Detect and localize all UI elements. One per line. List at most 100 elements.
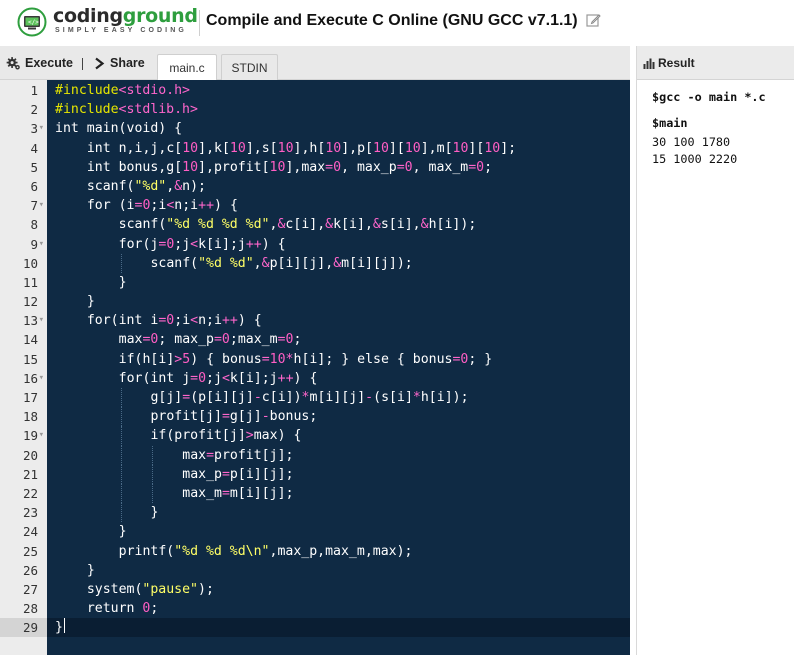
line-number: 15 — [22, 351, 38, 367]
logo-text[interactable]: codingground — [53, 5, 198, 27]
code-text: if(h[i]>5) { bonus=10*h[i]; } else { bon… — [118, 351, 493, 367]
line-number: 26 — [22, 562, 38, 578]
code-line[interactable]: 8 scanf("%d %d %d %d",&c[i],&k[i],&s[i],… — [0, 215, 630, 235]
code-text: int bonus,g[10],profit[10],max=0, max_p=… — [86, 159, 493, 175]
fold-arrow-icon[interactable]: ▾ — [39, 196, 44, 215]
fold-arrow-icon[interactable]: ▾ — [39, 235, 44, 254]
line-number: 17 — [22, 390, 38, 405]
svg-text:</>: </> — [28, 19, 39, 26]
line-number: 11 — [22, 274, 38, 290]
code-line[interactable]: 19 ▾ if(profit[j]>max) { — [0, 426, 630, 446]
line-number: 6 — [30, 178, 38, 194]
line-number: 21 — [22, 466, 38, 482]
code-text: for (i=0;i<n;i++) { — [86, 198, 238, 214]
line-number: 2 — [30, 102, 38, 118]
line-number: 16 — [22, 370, 38, 386]
line-number-cell: 28 — [0, 599, 47, 619]
line-number-cell: 17 — [0, 388, 47, 408]
share-label: Share — [110, 56, 145, 70]
line-number: 8 — [30, 217, 38, 233]
line-number-cell: 12 — [0, 292, 47, 312]
fold-arrow-icon[interactable]: ▾ — [39, 426, 44, 445]
code-line[interactable]: 1 #include<stdio.h> — [0, 81, 630, 101]
tab-stdin[interactable]: STDIN — [221, 54, 278, 81]
code-text: scanf("%d %d",&p[i][j],&m[i][j]); — [150, 255, 413, 271]
code-text: scanf("%d %d %d %d",&c[i],&k[i],&s[i],&h… — [118, 217, 477, 233]
code-line[interactable]: 12 } — [0, 292, 630, 312]
code-line[interactable]: 2 #include<stdlib.h> — [0, 100, 630, 120]
line-number-cell: 23 — [0, 503, 47, 523]
code-line[interactable]: 15 if(h[i]>5) { bonus=10*h[i]; } else { … — [0, 349, 630, 369]
code-line[interactable]: 18 profit[j]=g[j]-bonus; — [0, 407, 630, 427]
code-text: } — [118, 274, 127, 290]
code-line[interactable]: 22 max_m=m[i][j]; — [0, 483, 630, 504]
line-number: 27 — [22, 581, 38, 597]
code-text: max=0; max_p=0;max_m=0; — [118, 332, 302, 348]
line-number-cell: 8 — [0, 215, 47, 235]
result-header: Result — [637, 46, 794, 80]
code-text: int main(void) { — [55, 121, 183, 137]
code-editor[interactable]: 1 #include<stdio.h> 2 #include<stdlib.h> 3 ▾ i… — [0, 80, 630, 655]
line-number-cell: 21 — [0, 464, 47, 484]
code-line[interactable]: 26 } — [0, 560, 630, 580]
line-number-cell: 4 — [0, 138, 47, 158]
line-number-cell: 18 — [0, 407, 47, 427]
line-number: 23 — [22, 505, 38, 521]
code-line[interactable]: 7 ▾ for (i=0;i<n;i++) { — [0, 196, 630, 216]
line-number-cell: 10 — [0, 253, 47, 273]
fold-arrow-icon[interactable]: ▾ — [39, 311, 44, 330]
line-number: 14 — [22, 332, 38, 348]
codingground-logo[interactable]: </> — [17, 7, 47, 37]
line-number-cell: 13 ▾ — [0, 311, 47, 331]
code-line[interactable]: 4 int n,i,j,c[10],k[10],s[10],h[10],p[10… — [0, 138, 630, 158]
compile-command: $gcc -o main *.c — [652, 90, 766, 104]
code-line[interactable]: 13 ▾ for(int i=0;i<n;i++) { — [0, 311, 630, 331]
toolbar-divider — [82, 58, 83, 70]
execute-button[interactable]: Execute — [6, 54, 73, 72]
line-number-cell: 9 ▾ — [0, 234, 47, 254]
code-line[interactable]: 5 int bonus,g[10],profit[10],max=0, max_… — [0, 157, 630, 177]
editor-toolbar: Execute Share main.c STDIN — [0, 46, 630, 81]
code-line[interactable]: 3 ▾ int main(void) { — [0, 119, 630, 139]
code-line[interactable]: 29} — [0, 618, 630, 638]
line-number: 24 — [22, 524, 38, 540]
line-number-cell: 27 — [0, 579, 47, 600]
line-number: 9 — [30, 236, 38, 252]
code-text: } — [118, 524, 127, 540]
editor-panel: Execute Share main.c STDIN 1 #include<std… — [0, 46, 630, 655]
code-line[interactable]: 17 g[j]=(p[i][j]-c[i])*m[i][j]-(s[i]*h[i… — [0, 388, 630, 408]
code-text: for(int j=0;j<k[i];j++) { — [118, 370, 318, 386]
line-number-cell: 20 — [0, 445, 47, 465]
code-text: #include<stdio.h> — [55, 83, 190, 98]
share-button[interactable]: Share — [94, 54, 145, 72]
code-line[interactable]: 27 system("pause"); — [0, 579, 630, 600]
gear-icon — [6, 56, 20, 69]
edit-icon[interactable] — [586, 13, 601, 28]
tab-main-c[interactable]: main.c — [157, 54, 217, 81]
fold-arrow-icon[interactable]: ▾ — [39, 119, 44, 138]
code-line[interactable]: 14 max=0; max_p=0;max_m=0; — [0, 330, 630, 350]
code-line[interactable]: 6 scanf("%d",&n); — [0, 176, 630, 197]
code-line[interactable]: 10 scanf("%d %d",&p[i][j],&m[i][j]); — [0, 253, 630, 273]
code-line[interactable]: 11 } — [0, 272, 630, 293]
code-text: for(int i=0;i<n;i++) { — [86, 313, 262, 329]
line-number: 3 — [30, 121, 38, 137]
code-line[interactable]: 28 return 0; — [0, 599, 630, 619]
code-line[interactable]: 21 max_p=p[i][j]; — [0, 464, 630, 484]
line-number-cell: 7 ▾ — [0, 196, 47, 216]
line-number-cell: 15 — [0, 349, 47, 369]
result-panel: Result $gcc -o main *.c $main 30 100 178… — [636, 46, 794, 655]
code-line[interactable]: 16 ▾ for(int j=0;j<k[i];j++) { — [0, 368, 630, 388]
code-line[interactable]: 25 printf("%d %d %d\n",max_p,max_m,max); — [0, 541, 630, 561]
line-number-cell: 24 — [0, 522, 47, 542]
code-line[interactable]: 9 ▾ for(j=0;j<k[i];j++) { — [0, 234, 630, 254]
code-line[interactable]: 23 } — [0, 503, 630, 523]
code-text: } — [86, 294, 95, 310]
code-line[interactable]: 20 max=profit[j]; — [0, 445, 630, 465]
bar-chart-icon — [643, 58, 655, 69]
code-text: } — [86, 562, 95, 578]
fold-arrow-icon[interactable]: ▾ — [39, 369, 44, 388]
line-number: 5 — [30, 159, 38, 175]
line-number: 12 — [22, 294, 38, 310]
code-line[interactable]: 24 } — [0, 522, 630, 542]
